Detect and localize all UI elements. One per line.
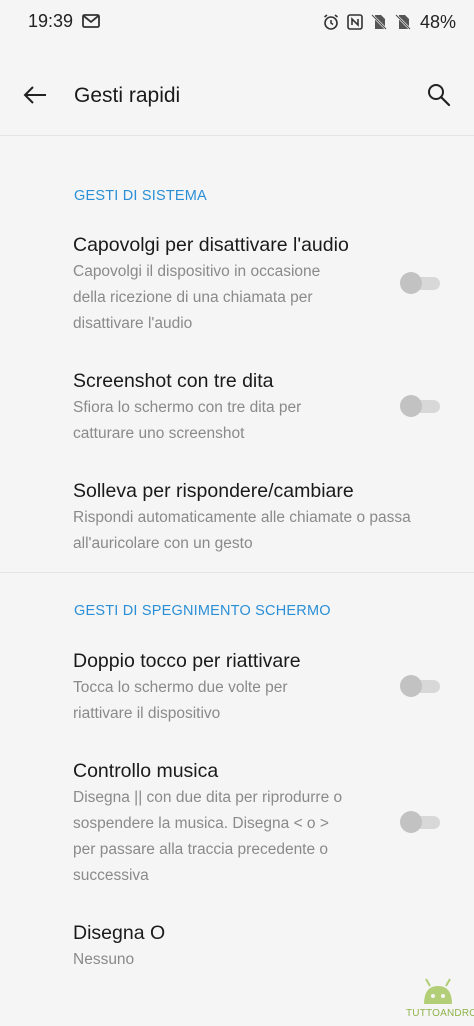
toggle-thumb	[400, 395, 422, 417]
pref-summary: Sfiora lo schermo con tre dita per cattu…	[73, 395, 301, 447]
pref-title: Doppio tocco per riattivare	[73, 650, 301, 672]
watermark-text: TUTTOANDROID	[406, 1008, 474, 1019]
three-finger-screenshot-toggle[interactable]	[400, 394, 442, 418]
pref-summary-line: della ricezione di una chiamata per	[73, 289, 313, 306]
pref-summary: Rispondi automaticamente alle chiamate o…	[73, 505, 411, 557]
flip-to-mute-toggle[interactable]	[400, 271, 442, 295]
screen: 19:39 48% Gesti rapidi GESTI DI SISTEMA …	[0, 0, 474, 1026]
page-title: Gesti rapidi	[74, 84, 181, 107]
toggle-thumb	[400, 675, 422, 697]
sim-off-icon	[370, 13, 388, 31]
pref-summary: Tocca lo schermo due volte per riattivar…	[73, 675, 288, 727]
pref-title: Solleva per rispondere/cambiare	[73, 480, 354, 502]
search-icon	[426, 82, 452, 113]
gmail-icon	[82, 12, 100, 30]
pref-row-raise-to-answer[interactable]: Solleva per rispondere/cambiare Rispondi…	[0, 466, 474, 566]
back-button[interactable]	[16, 78, 54, 116]
status-icons: 48%	[322, 10, 456, 34]
nfc-icon	[346, 13, 364, 31]
app-bar-divider	[0, 135, 474, 136]
pref-title: Controllo musica	[73, 760, 219, 782]
pref-summary-line: successiva	[73, 867, 149, 884]
status-time: 19:39	[28, 11, 74, 31]
pref-summary: Disegna || con due dita per riprodurre o…	[73, 785, 342, 889]
pref-summary-line: all'auricolare con un gesto	[73, 535, 253, 552]
toggle-thumb	[400, 272, 422, 294]
pref-summary-line: riattivare il dispositivo	[73, 705, 221, 722]
pref-summary-line: Disegna || con due dita per riprodurre o	[73, 789, 343, 806]
music-control-toggle[interactable]	[400, 810, 442, 834]
section-divider	[0, 572, 474, 573]
pref-row-flip-to-mute[interactable]: Capovolgi per disattivare l'audio Capovo…	[0, 220, 474, 340]
pref-title: Screenshot con tre dita	[73, 370, 274, 392]
status-bar: 19:39 48%	[0, 0, 474, 44]
toggle-thumb	[400, 811, 422, 833]
pref-row-double-tap-to-wake[interactable]: Doppio tocco per riattivare Tocca lo sch…	[0, 636, 474, 736]
pref-row-draw-o[interactable]: Disegna O Nessuno	[0, 908, 474, 978]
battery-percent: 48%	[419, 11, 456, 32]
pref-summary-line: disattivare l'audio	[73, 315, 193, 332]
pref-summary-line: sospendere la musica. Disegna < o >	[73, 815, 329, 832]
pref-summary: Nessuno	[73, 947, 134, 973]
arrow-left-icon	[22, 84, 48, 111]
pref-row-three-finger-screenshot[interactable]: Screenshot con tre dita Sfiora lo scherm…	[0, 356, 474, 456]
pref-summary-line: Nessuno	[73, 951, 135, 968]
pref-summary: Capovolgi il dispositivo in occasione de…	[73, 259, 320, 337]
alarm-icon	[322, 13, 340, 31]
tuttoandroid-watermark: TUTTOANDROID	[406, 974, 474, 1024]
section-header-system: GESTI DI SISTEMA	[74, 188, 207, 204]
pref-title: Capovolgi per disattivare l'audio	[73, 234, 349, 256]
pref-summary-line: catturare uno screenshot	[73, 425, 245, 442]
double-tap-to-wake-toggle[interactable]	[400, 674, 442, 698]
pref-title: Disegna O	[73, 922, 166, 944]
pref-summary-line: Sfiora lo schermo con tre dita per	[73, 399, 302, 416]
app-bar: Gesti rapidi	[0, 60, 474, 134]
pref-summary-line: Tocca lo schermo due volte per	[73, 679, 288, 696]
pref-summary-line: per passare alla traccia precedente o	[73, 841, 329, 858]
search-button[interactable]	[420, 78, 458, 116]
pref-summary-line: Capovolgi il dispositivo in occasione	[73, 263, 321, 280]
sim-off-icon	[394, 13, 412, 31]
section-header-screen-off: GESTI DI SPEGNIMENTO SCHERMO	[74, 603, 331, 619]
pref-row-music-control[interactable]: Controllo musica Disegna || con due dita…	[0, 746, 474, 896]
pref-summary-line: Rispondi automaticamente alle chiamate o…	[73, 509, 411, 526]
